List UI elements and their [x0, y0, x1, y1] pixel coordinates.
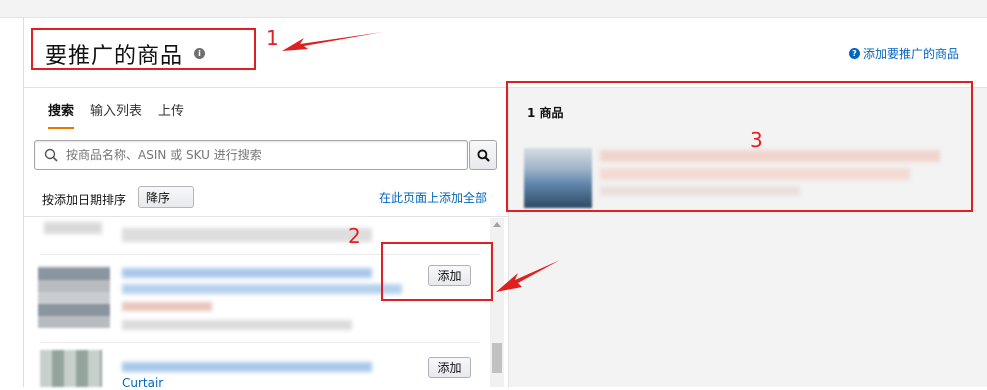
annotation-arrows: [282, 32, 560, 292]
annotation-arrow-1: [282, 32, 383, 51]
annotation-arrow-2: [496, 260, 560, 292]
